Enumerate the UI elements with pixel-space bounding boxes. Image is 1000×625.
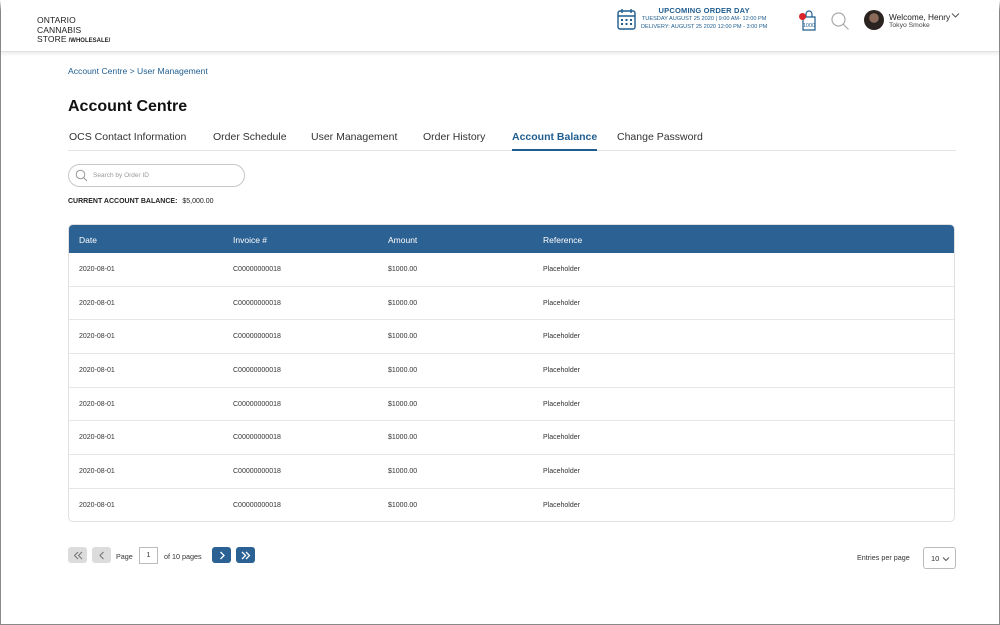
cell-reference: Placeholder	[543, 434, 580, 442]
cart-notification-dot	[799, 13, 806, 20]
cell-reference: Placeholder	[543, 367, 580, 375]
order-day-delivery: DELIVERY: AUGUST 25 2020 12:00 PM - 3:00…	[641, 24, 768, 30]
page-label: Page	[116, 552, 133, 561]
header-reference: Reference	[543, 235, 583, 245]
cell-invoice: C00000000018	[233, 367, 281, 375]
cart-amount: 1000	[803, 23, 815, 29]
balance-label: CURRENT ACCOUNT BALANCE:	[68, 198, 178, 205]
tab-account-balance[interactable]: Account Balance	[512, 131, 598, 151]
order-day-schedule: TUESDAY AUGUST 25 2020 | 9:00 AM- 12:00 …	[641, 16, 767, 22]
chevron-left-icon	[98, 551, 104, 559]
header-invoice: Invoice #	[233, 235, 268, 245]
total-pages-label: of 10 pages	[164, 552, 202, 561]
cell-amount: $1000.00	[388, 333, 418, 341]
cell-date: 2020-08-01	[79, 299, 115, 307]
breadcrumb[interactable]: Account Centre > User Management	[68, 66, 208, 76]
cell-reference: Placeholder	[543, 501, 580, 509]
table-row[interactable]: 2020-08-01 C00000000018 $1000.00 Placeholde…	[69, 287, 954, 321]
cell-amount: $1000.00	[388, 434, 418, 442]
cell-date: 2020-08-01	[79, 468, 115, 476]
table-row[interactable]: 2020-08-01 C00000000018 $1000.00 Placeholde…	[69, 489, 954, 521]
tab-order-history[interactable]: Order History	[423, 131, 485, 151]
order-day-title: UPCOMING ORDER DAY	[658, 6, 750, 15]
chevron-down-icon[interactable]	[951, 12, 960, 19]
table-row[interactable]: 2020-08-01 C00000000018 $1000.00 Placeholde…	[69, 354, 954, 388]
cell-date: 2020-08-01	[79, 266, 115, 273]
cell-amount: $1000.00	[388, 501, 418, 509]
header-amount: Amount	[388, 235, 418, 245]
current-page-input[interactable]	[139, 547, 158, 564]
tab-change-password[interactable]: Change Password	[617, 131, 703, 151]
header-date: Date	[79, 235, 97, 245]
entries-per-page-select[interactable]: 10	[923, 547, 956, 569]
entries-per-page-value: 10	[931, 553, 940, 563]
table-row[interactable]: 2020-08-01 C00000000018 $1000.00 Placeholde…	[69, 320, 954, 355]
ocs-logo[interactable]: ONTARIO CANNABIS STORE/WHOLESALE/	[37, 15, 111, 47]
first-page-button[interactable]	[68, 547, 87, 563]
tab-user-management[interactable]: User Management	[311, 131, 397, 151]
search-icon[interactable]	[830, 11, 850, 31]
search-input[interactable]	[93, 172, 233, 179]
cell-reference: Placeholder	[543, 299, 580, 307]
table-header: Date Invoice # Amount Reference	[69, 225, 954, 253]
logo-wholesale: /WHOLESALE/	[68, 38, 111, 44]
double-chevron-right-icon	[241, 551, 250, 559]
calendar-icon	[617, 8, 636, 30]
logo-line-3: STORE	[37, 34, 67, 44]
upcoming-order-day: UPCOMING ORDER DAY TUESDAY AUGUST 25 202…	[617, 6, 767, 31]
tab-ocs-contact-information[interactable]: OCS Contact Information	[69, 131, 186, 151]
cell-invoice: C00000000018	[233, 434, 281, 442]
cell-amount: $1000.00	[388, 400, 418, 408]
cell-invoice: C00000000018	[233, 266, 281, 273]
table-row[interactable]: 2020-08-01 C00000000018 $1000.00 Placeholde…	[69, 455, 954, 489]
cell-date: 2020-08-01	[79, 434, 115, 442]
search-icon	[75, 169, 88, 182]
cell-amount: $1000.00	[388, 266, 418, 273]
cell-reference: Placeholder	[543, 266, 580, 273]
store-name: Tokyo Smoke	[889, 22, 930, 29]
welcome-text[interactable]: Welcome, Henry	[889, 12, 950, 22]
last-page-button[interactable]	[236, 547, 255, 563]
table-body: 2020-08-01 C00000000018 $1000.00 Placeholde…	[69, 253, 954, 521]
table-row[interactable]: 2020-08-01 C00000000018 $1000.00 Placeholde…	[69, 388, 954, 422]
current-account-balance: CURRENT ACCOUNT BALANCE: $5,000.00	[68, 198, 214, 205]
chevron-right-icon	[219, 551, 225, 559]
table-row[interactable]: 2020-08-01 C00000000018 $1000.00 Placeholde…	[69, 421, 954, 456]
cell-date: 2020-08-01	[79, 400, 115, 408]
cell-invoice: C00000000018	[233, 468, 281, 476]
order-search-field[interactable]	[68, 164, 245, 187]
next-page-button[interactable]	[212, 547, 231, 563]
balance-value: $5,000.00	[182, 198, 214, 205]
tab-order-schedule[interactable]: Order Schedule	[213, 131, 287, 151]
cell-amount: $1000.00	[388, 367, 418, 375]
double-chevron-left-icon	[73, 551, 82, 559]
avatar[interactable]	[864, 10, 884, 30]
account-tabs: OCS Contact Information Order Schedule U…	[68, 131, 956, 151]
cell-invoice: C00000000018	[233, 299, 281, 307]
previous-page-button[interactable]	[92, 547, 111, 563]
cell-invoice: C00000000018	[233, 400, 281, 408]
page-title: Account Centre	[68, 98, 188, 115]
cell-date: 2020-08-01	[79, 367, 115, 375]
cell-reference: Placeholder	[543, 400, 580, 408]
table-row[interactable]: 2020-08-01 C00000000018 $1000.00 Placeholde…	[69, 253, 954, 287]
cell-reference: Placeholder	[543, 468, 580, 476]
cell-invoice: C00000000018	[233, 333, 281, 341]
account-balance-table: Date Invoice # Amount Reference 2020-08-…	[68, 224, 955, 522]
chevron-down-icon	[942, 557, 950, 562]
cell-date: 2020-08-01	[79, 501, 115, 509]
cell-amount: $1000.00	[388, 468, 418, 476]
cell-amount: $1000.00	[388, 299, 418, 307]
cell-reference: Placeholder	[543, 333, 580, 341]
cell-date: 2020-08-01	[79, 333, 115, 341]
cell-invoice: C00000000018	[233, 501, 281, 509]
entries-per-page-label: Entries per page	[857, 553, 910, 562]
